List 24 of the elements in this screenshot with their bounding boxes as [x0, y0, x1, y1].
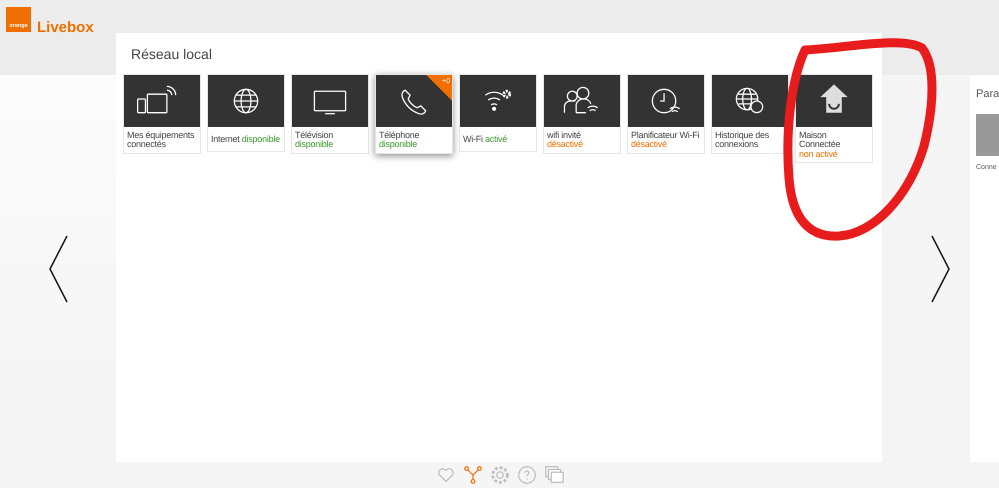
tile-label: wifi invité désactivé	[546, 129, 584, 152]
tile-button[interactable]: Wi-Fi activé	[459, 74, 537, 152]
help-icon[interactable]	[516, 464, 538, 486]
tile-label: Télévision disponible	[294, 129, 334, 152]
panel-title: Para	[976, 88, 999, 100]
tile-button[interactable]: Maison Connectée non activé	[795, 74, 873, 164]
tile-label: Historique des connexions	[714, 129, 770, 152]
tile-button[interactable]: wifi invité désactivé	[543, 74, 621, 154]
settings-icon[interactable]	[488, 464, 510, 486]
app-title: Livebox	[37, 19, 94, 36]
tile-button[interactable]: Historique des connexions	[711, 74, 789, 154]
tile-label: Maison Connectée non activé	[798, 129, 842, 161]
tile-label: Wi-Fi activé	[462, 133, 508, 146]
tile-button[interactable]: Planificateur Wi-Fi désactivé	[627, 74, 705, 154]
panel-title: Réseau local	[131, 46, 212, 62]
tile-button[interactable]: Télévision disponible	[291, 74, 369, 154]
tile-label: Téléphone disponible	[378, 129, 420, 152]
tile-button[interactable]: Internet disponible	[207, 74, 285, 152]
windows-icon[interactable]	[542, 464, 564, 486]
tile-button[interactable]: Mes équipements connectés	[123, 74, 201, 154]
tile-label: Mes équipements connectés	[126, 129, 196, 152]
tile-label: Planificateur Wi-Fi désactivé	[630, 129, 700, 152]
tile-label: Internet disponible	[210, 133, 281, 146]
network-icon[interactable]	[462, 464, 484, 486]
